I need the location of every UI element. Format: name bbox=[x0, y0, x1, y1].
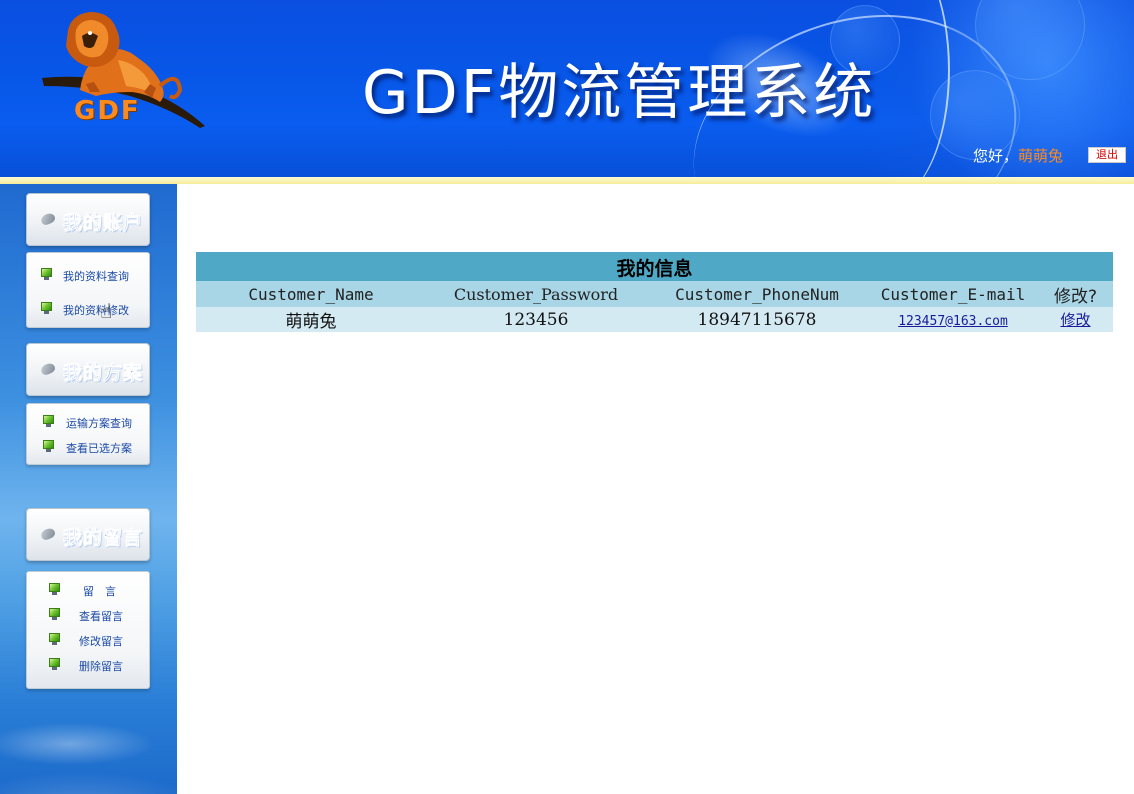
customer-info-table: 我的信息 Customer_Name Customer_Password Cus… bbox=[196, 252, 1113, 332]
mouse-icon bbox=[39, 211, 57, 227]
cell-phone: 18947115678 bbox=[646, 307, 868, 332]
sidebar-item-transport-plans[interactable]: 运输方案查询 bbox=[27, 412, 149, 432]
monitor-icon bbox=[49, 658, 60, 670]
column-header-password: Customer_Password bbox=[426, 281, 646, 307]
table-row: 萌萌兔 123456 18947115678 123457@163.com 修改 bbox=[196, 307, 1113, 332]
sidebar-item-view-messages[interactable]: 查看留言 bbox=[27, 605, 149, 625]
monitor-icon bbox=[41, 302, 52, 314]
sidebar-item-label: 我的资料修改 bbox=[63, 304, 129, 317]
cell-name: 萌萌兔 bbox=[196, 307, 426, 332]
sidebar-item-label: 运输方案查询 bbox=[66, 417, 132, 430]
monitor-icon bbox=[41, 268, 52, 280]
monitor-icon bbox=[49, 633, 60, 645]
monitor-icon bbox=[49, 608, 60, 620]
sidebar-item-delete-messages[interactable]: 删除留言 bbox=[27, 655, 149, 675]
cell-password: 123456 bbox=[426, 307, 646, 332]
sidebar-section-messages[interactable]: 我的留言 bbox=[26, 508, 150, 561]
site-logo: GDF bbox=[20, 0, 212, 150]
cell-edit: 修改 bbox=[1038, 307, 1113, 332]
username: 萌萌兔 bbox=[1018, 147, 1064, 165]
monitor-icon bbox=[49, 583, 60, 595]
logo-text: GDF bbox=[74, 96, 141, 126]
column-header-edit: 修改? bbox=[1038, 281, 1113, 307]
section-title: 我的方案 bbox=[63, 362, 144, 385]
hand-pointer-icon: ☝ bbox=[100, 299, 113, 323]
edit-link[interactable]: 修改 bbox=[1060, 311, 1090, 329]
mouse-icon bbox=[39, 361, 57, 377]
column-header-phone: Customer_PhoneNum bbox=[646, 281, 868, 307]
lion-icon bbox=[42, 12, 205, 128]
mouse-icon bbox=[39, 526, 57, 542]
sidebar-section-account[interactable]: 我的账户 bbox=[26, 193, 150, 246]
table-title: 我的信息 bbox=[196, 252, 1113, 281]
column-header-name: Customer_Name bbox=[196, 281, 426, 307]
sidebar-item-label: 修改留言 bbox=[79, 635, 123, 648]
sidebar-item-selected-plans[interactable]: 查看已选方案 bbox=[27, 437, 149, 457]
user-greeting: 您好，萌萌兔 bbox=[973, 145, 1063, 166]
monitor-icon bbox=[43, 440, 54, 452]
section-title: 我的账户 bbox=[63, 212, 144, 235]
logout-button[interactable]: 退出 bbox=[1088, 147, 1126, 163]
sidebar-item-label: 我的资料查询 bbox=[63, 270, 129, 283]
sidebar-section-plans[interactable]: 我的方案 bbox=[26, 343, 150, 396]
page-header: GDF GDF物流管理系统 您好，萌萌兔 退出 bbox=[0, 0, 1134, 177]
email-link[interactable]: 123457@163.com bbox=[898, 314, 1008, 329]
cell-email: 123457@163.com bbox=[868, 307, 1038, 332]
section-title: 我的留言 bbox=[63, 527, 144, 550]
greeting-text: 您好， bbox=[973, 147, 1019, 165]
sidebar-item-profile-edit[interactable]: 我的资料修改 bbox=[27, 299, 149, 319]
table-title-row: 我的信息 bbox=[196, 252, 1113, 281]
monitor-icon bbox=[43, 415, 54, 427]
sidebar: 我的账户 我的资料查询 我的资料修改 我的方案 运输方案查询 查看已选方案 我的… bbox=[0, 184, 177, 794]
plans-submenu: 运输方案查询 查看已选方案 bbox=[26, 403, 150, 465]
messages-submenu: 留 言 查看留言 修改留言 删除留言 bbox=[26, 571, 150, 689]
table-header-row: Customer_Name Customer_Password Customer… bbox=[196, 281, 1113, 307]
column-header-email: Customer_E-mail bbox=[868, 281, 1038, 307]
sidebar-item-label: 留 言 bbox=[83, 585, 116, 598]
sidebar-item-profile-view[interactable]: 我的资料查询 bbox=[27, 265, 149, 285]
account-submenu: 我的资料查询 我的资料修改 bbox=[26, 252, 150, 328]
sidebar-item-label: 删除留言 bbox=[79, 660, 123, 673]
sidebar-item-label: 查看留言 bbox=[79, 610, 123, 623]
header-divider bbox=[0, 177, 1134, 184]
sidebar-item-edit-messages[interactable]: 修改留言 bbox=[27, 630, 149, 650]
sidebar-item-leave-message[interactable]: 留 言 bbox=[27, 580, 149, 600]
site-title: GDF物流管理系统 bbox=[362, 58, 877, 128]
sidebar-item-label: 查看已选方案 bbox=[66, 442, 132, 455]
